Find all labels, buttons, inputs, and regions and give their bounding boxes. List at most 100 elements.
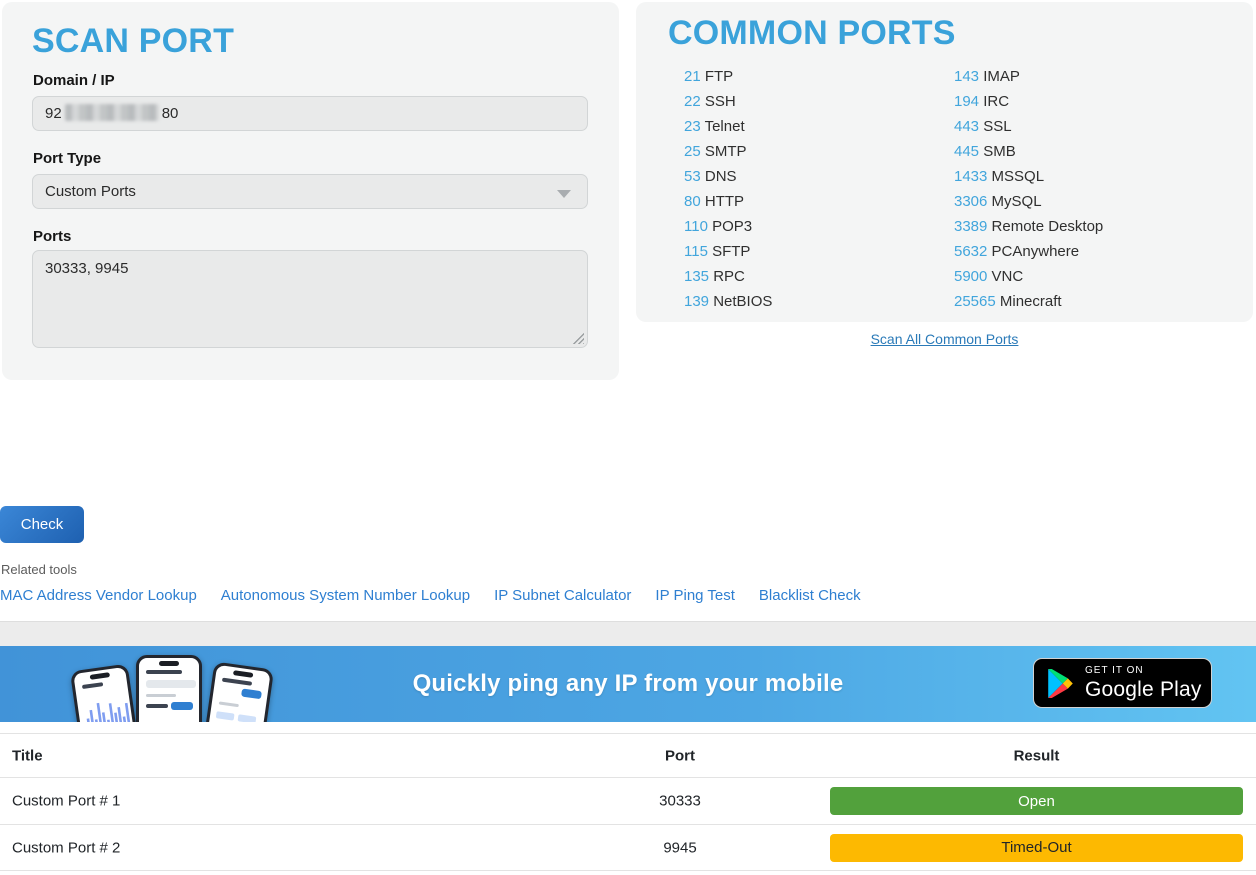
port-number: 139	[684, 293, 709, 310]
link-autonomous-system-number-lookup[interactable]: Autonomous System Number Lookup	[221, 587, 470, 604]
common-port-item: 22 SSH	[684, 89, 954, 114]
footer-strip	[0, 621, 1256, 646]
port-name: PCAnywhere	[992, 243, 1080, 260]
port-name: SSL	[983, 118, 1011, 135]
mobile-app-banner: Quickly ping any IP from your mobile GET…	[0, 646, 1256, 722]
scan-port-panel: SCAN PORT Domain / IP 92 80 Port Type Cus…	[2, 2, 619, 380]
link-mac-address-vendor-lookup[interactable]: MAC Address Vendor Lookup	[0, 587, 197, 604]
common-port-item: 115 SFTP	[684, 239, 954, 264]
common-port-item: 25 SMTP	[684, 139, 954, 164]
port-name: NetBIOS	[713, 293, 772, 310]
port-name: VNC	[992, 268, 1024, 285]
check-button[interactable]: Check	[0, 506, 84, 543]
header-port: Port	[620, 747, 740, 764]
port-name: IRC	[983, 93, 1009, 110]
scan-port-title: SCAN PORT	[32, 22, 234, 61]
port-name: SFTP	[712, 243, 750, 260]
common-port-item: 139 NetBIOS	[684, 289, 954, 314]
phone-notch	[233, 670, 254, 678]
result-title: Custom Port # 1	[12, 793, 120, 810]
common-port-item: 194 IRC	[954, 89, 1224, 114]
phone-notch	[90, 672, 111, 680]
port-number: 3389	[954, 218, 987, 235]
header-result: Result	[830, 747, 1243, 764]
status-badge-open: Open	[830, 787, 1243, 815]
port-name: DNS	[705, 168, 737, 185]
port-name: SMTP	[705, 143, 747, 160]
google-play-icon	[1047, 669, 1074, 698]
common-port-item: 135 RPC	[684, 264, 954, 289]
port-name: Remote Desktop	[992, 218, 1104, 235]
phone-mockup-dns-propagation	[136, 655, 202, 722]
common-ports-column-right: 143 IMAP 194 IRC 443 SSL 445 SMB 1433 MS…	[954, 64, 1224, 314]
port-type-label: Port Type	[33, 150, 101, 167]
port-name: FTP	[705, 68, 733, 85]
related-tools-links: MAC Address Vendor Lookup Autonomous Sys…	[0, 587, 861, 604]
port-name: SSH	[705, 93, 736, 110]
link-ip-ping-test[interactable]: IP Ping Test	[655, 587, 735, 604]
port-number: 135	[684, 268, 709, 285]
common-port-item: 5632 PCAnywhere	[954, 239, 1224, 264]
port-name: SMB	[983, 143, 1016, 160]
header-title: Title	[12, 747, 43, 764]
link-ip-subnet-calculator[interactable]: IP Subnet Calculator	[494, 587, 631, 604]
port-number: 443	[954, 118, 979, 135]
scan-results-table: Title Port Result Custom Port # 1 30333 …	[0, 733, 1256, 871]
chevron-down-icon	[557, 190, 571, 198]
port-number: 445	[954, 143, 979, 160]
port-number: 25	[684, 143, 701, 160]
port-type-select[interactable]: Custom Ports	[32, 174, 588, 209]
table-row: Custom Port # 2 9945 Timed-Out	[0, 824, 1256, 871]
google-play-badge[interactable]: GET IT ON Google Play	[1033, 658, 1212, 708]
common-port-item: 80 HTTP	[684, 189, 954, 214]
domain-ip-value-prefix: 92	[45, 105, 62, 122]
common-port-item: 21 FTP	[684, 64, 954, 89]
domain-ip-label: Domain / IP	[33, 72, 115, 89]
ports-label: Ports	[33, 228, 71, 245]
common-port-item: 25565 Minecraft	[954, 289, 1224, 314]
textarea-resize-handle-icon[interactable]	[572, 332, 584, 344]
common-ports-panel: COMMON PORTS 21 FTP 22 SSH 23 Telnet 25 …	[636, 2, 1253, 322]
scan-all-common-ports-link[interactable]: Scan All Common Ports	[871, 331, 1019, 347]
port-name: MySQL	[992, 193, 1042, 210]
common-port-item: 3306 MySQL	[954, 189, 1224, 214]
phone-notch	[159, 661, 179, 666]
port-name: MSSQL	[992, 168, 1045, 185]
port-number: 21	[684, 68, 701, 85]
link-blacklist-check[interactable]: Blacklist Check	[759, 587, 861, 604]
port-number: 5900	[954, 268, 987, 285]
status-badge-timed-out: Timed-Out	[830, 834, 1243, 862]
port-number: 23	[684, 118, 701, 135]
common-port-item: 23 Telnet	[684, 114, 954, 139]
ports-textarea[interactable]: 30333, 9945	[32, 250, 588, 348]
port-type-selected-value: Custom Ports	[45, 183, 136, 200]
port-number: 53	[684, 168, 701, 185]
scan-all-common-ports-wrap: Scan All Common Ports	[636, 331, 1253, 349]
common-port-item: 3389 Remote Desktop	[954, 214, 1224, 239]
port-name: POP3	[712, 218, 752, 235]
common-port-item: 1433 MSSQL	[954, 164, 1224, 189]
port-number: 194	[954, 93, 979, 110]
google-play-text: Google Play	[1085, 679, 1202, 700]
common-ports-title: COMMON PORTS	[668, 14, 956, 53]
port-number: 80	[684, 193, 701, 210]
port-number: 1433	[954, 168, 987, 185]
port-name: Telnet	[705, 118, 745, 135]
domain-ip-input[interactable]: 92 80	[32, 96, 588, 131]
related-tools-label: Related tools	[1, 562, 77, 577]
result-title: Custom Port # 2	[12, 839, 120, 856]
mini-bar-chart	[83, 691, 134, 722]
result-port: 30333	[620, 793, 740, 810]
port-name: HTTP	[705, 193, 744, 210]
common-port-item: 143 IMAP	[954, 64, 1224, 89]
common-port-item: 110 POP3	[684, 214, 954, 239]
port-number: 5632	[954, 243, 987, 260]
port-number: 110	[684, 218, 708, 235]
redacted-ip-segment	[65, 104, 159, 121]
ports-value: 30333, 9945	[45, 260, 128, 277]
common-ports-columns: 21 FTP 22 SSH 23 Telnet 25 SMTP 53 DNS 8…	[684, 64, 1224, 314]
port-number: 3306	[954, 193, 987, 210]
table-row: Custom Port # 1 30333 Open	[0, 777, 1256, 824]
domain-ip-value-suffix: 80	[162, 105, 179, 122]
common-port-item: 443 SSL	[954, 114, 1224, 139]
